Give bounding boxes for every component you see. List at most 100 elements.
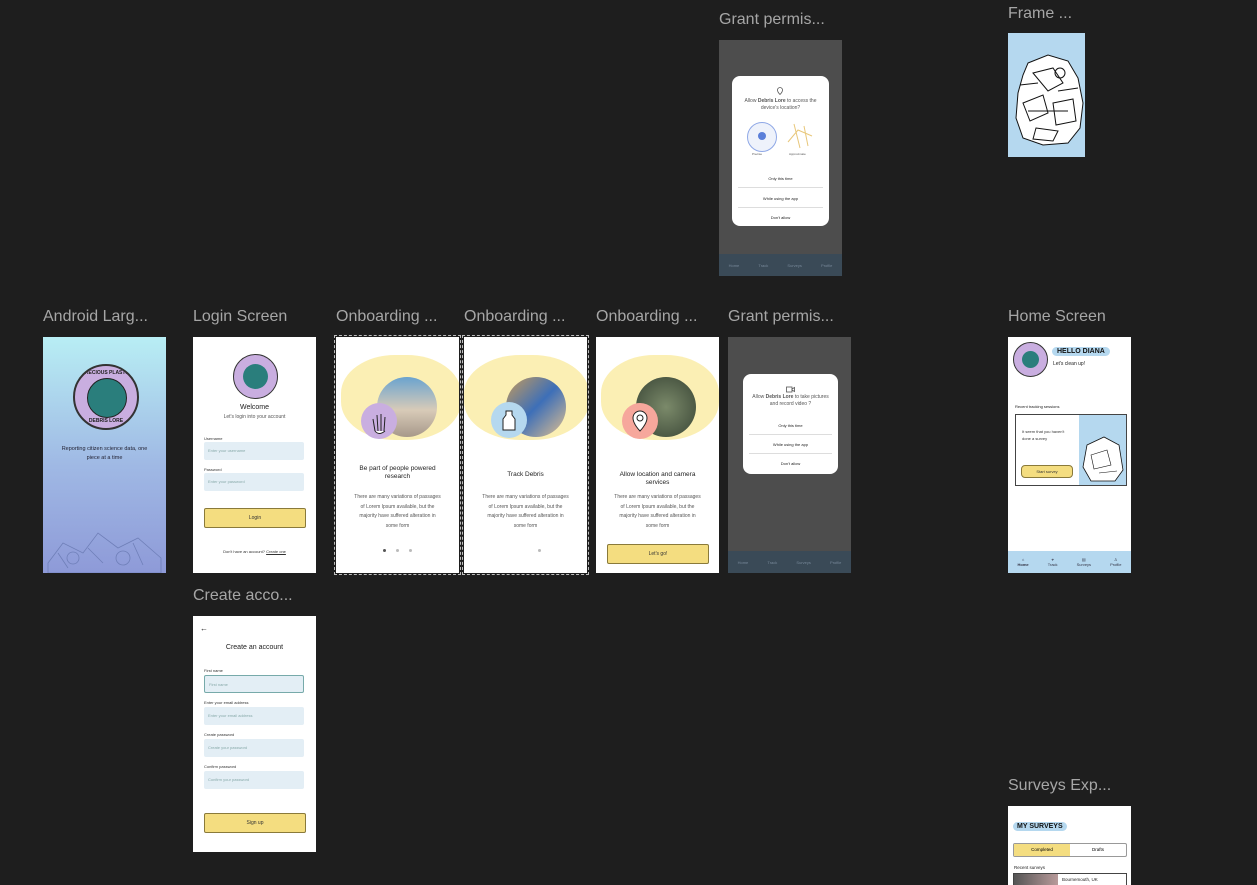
frame-label-android-large[interactable]: Android Larg... xyxy=(43,308,148,326)
create-password-label: Create password xyxy=(204,732,235,737)
debris-pile-illustration xyxy=(1015,54,1084,146)
nav-home[interactable]: ⌂ Home xyxy=(1018,557,1029,567)
survey-thumbnail xyxy=(1014,874,1058,885)
login-subtitle: Let's login into your account xyxy=(223,414,286,420)
divider xyxy=(738,187,823,188)
hello-title: HELLO DIANA xyxy=(1052,347,1110,356)
onboarding-3-body: There are many variations of passages of… xyxy=(614,494,701,529)
onboarding-1-frame[interactable]: Be part of people powered research There… xyxy=(334,335,461,575)
confirm-password-input[interactable]: Confirm your password xyxy=(204,771,304,789)
onboarding-3-frame[interactable]: Allow location and camera services There… xyxy=(596,337,719,573)
divider xyxy=(738,207,823,208)
onboarding-2-body: There are many variations of passages of… xyxy=(482,494,569,529)
create-account-frame[interactable]: ← Create an account First name First nam… xyxy=(193,616,316,852)
frame-label-onboarding-2[interactable]: Onboarding ... xyxy=(464,308,565,326)
lets-go-button[interactable]: Let's go! xyxy=(607,544,709,564)
survey-tabs: Completed Drafts xyxy=(1013,843,1127,857)
dialog-text-allow: Allow xyxy=(744,98,757,104)
onboarding-1-body: There are many variations of passages of… xyxy=(354,494,441,529)
nav-home[interactable]: Home xyxy=(729,263,740,268)
frame-label-surveys-expanded[interactable]: Surveys Exp... xyxy=(1008,777,1111,795)
nav-track[interactable]: Track xyxy=(767,560,777,565)
frame-label-login-screen[interactable]: Login Screen xyxy=(193,308,287,326)
raised-hand-icon xyxy=(372,414,386,434)
onboarding-2-frame[interactable]: Track Debris There are many variations o… xyxy=(462,335,589,575)
precise-label: Precise xyxy=(752,152,763,156)
sign-up-button[interactable]: Sign up xyxy=(204,813,306,833)
frame-label-create-account[interactable]: Create acco... xyxy=(193,587,293,605)
frame-label-grant-permission-mid[interactable]: Grant permis... xyxy=(728,308,834,326)
frame-label-home-screen[interactable]: Home Screen xyxy=(1008,308,1106,326)
dialog-text-allow: Allow xyxy=(752,394,765,400)
nav-surveys[interactable]: Surveys xyxy=(796,560,810,565)
tab-drafts[interactable]: Drafts xyxy=(1070,844,1126,856)
location-permission-dialog: Allow Debris Lore to access the device's… xyxy=(732,76,829,226)
badge-inner-circle xyxy=(87,378,127,418)
first-name-input[interactable]: First name xyxy=(204,675,304,693)
page-dot[interactable] xyxy=(396,549,399,552)
approximate-map-icon[interactable] xyxy=(786,122,814,150)
debris-pattern-illustration xyxy=(47,532,162,573)
frame-label-onboarding-1[interactable]: Onboarding ... xyxy=(336,308,437,326)
nav-track[interactable]: Track xyxy=(758,263,768,268)
password-input[interactable]: Enter your password xyxy=(204,473,304,491)
video-camera-icon xyxy=(786,380,795,393)
divider xyxy=(749,434,832,435)
debris-lore-badge: PRECIOUS PLASTIC DEBRIS LORE xyxy=(73,364,139,430)
location-pin-icon xyxy=(632,410,648,432)
survey-list-item[interactable]: Bournemouth, UK xyxy=(1013,873,1127,885)
email-input[interactable]: Enter your email address xyxy=(204,707,304,725)
bottom-nav-dimmed: Home Track Surveys Profile xyxy=(728,551,851,573)
login-logo-badge xyxy=(233,354,278,399)
page-dot[interactable] xyxy=(538,549,541,552)
start-survey-button[interactable]: Start survey xyxy=(1021,465,1073,478)
grant-camera-frame[interactable]: Allow Debris Lore to take pictures and r… xyxy=(728,337,851,573)
empty-sessions-card: It seem that you haven't done a survey S… xyxy=(1015,414,1127,486)
while-using-app-option[interactable]: While using the app xyxy=(743,442,838,447)
frame-label-onboarding-3[interactable]: Onboarding ... xyxy=(596,308,697,326)
create-account-title: Create an account xyxy=(225,644,284,651)
badge-bottom-text: DEBRIS LORE xyxy=(88,418,124,424)
home-screen-frame[interactable]: HELLO DIANA Let's clean up! Recent track… xyxy=(1008,337,1131,573)
onboarding-1-title: Be part of people powered research xyxy=(359,465,436,480)
while-using-app-option[interactable]: While using the app xyxy=(732,196,829,201)
nav-profile[interactable]: Profile xyxy=(821,263,832,268)
frame-label-grant-permission-top[interactable]: Grant permis... xyxy=(719,11,825,29)
badge-inner-circle xyxy=(243,364,268,389)
bottom-nav-dimmed: Home Track Surveys Profile xyxy=(719,254,842,276)
login-screen-frame[interactable]: Welcome Let's login into your account Us… xyxy=(193,337,316,573)
only-this-time-option[interactable]: Only this time xyxy=(732,176,829,181)
dont-allow-option[interactable]: Don't allow xyxy=(732,215,829,220)
username-input[interactable]: Enter your username xyxy=(204,442,304,460)
android-splash-frame[interactable]: PRECIOUS PLASTIC DEBRIS LORE Reporting c… xyxy=(43,337,166,573)
nav-profile[interactable]: Profile xyxy=(830,560,841,565)
page-dot-active[interactable] xyxy=(383,549,386,552)
grant-location-frame[interactable]: Allow Debris Lore to access the device's… xyxy=(719,40,842,276)
splash-tagline: Reporting citizen science data, one piec… xyxy=(61,446,148,461)
precise-pin-icon xyxy=(758,132,766,140)
create-password-input[interactable]: Create your password xyxy=(204,739,304,757)
dialog-app-name: Debris Lore xyxy=(757,98,786,104)
only-this-time-option[interactable]: Only this time xyxy=(743,423,838,428)
dialog-app-name: Debris Lore xyxy=(765,394,794,400)
camera-permission-dialog: Allow Debris Lore to take pictures and r… xyxy=(743,374,838,474)
nav-profile[interactable]: ♙ Profile xyxy=(1110,557,1121,567)
precise-option[interactable] xyxy=(747,122,777,152)
first-name-label: First name xyxy=(204,668,223,673)
nav-home[interactable]: Home xyxy=(738,560,749,565)
nav-track[interactable]: ⌖ Track xyxy=(1048,557,1058,567)
frame-debris-illustration[interactable] xyxy=(1008,33,1085,157)
surveys-expanded-frame[interactable]: MY SURVEYS Completed Drafts Recent surve… xyxy=(1008,806,1131,885)
dont-allow-option[interactable]: Don't allow xyxy=(743,461,838,466)
frame-label-frame[interactable]: Frame ... xyxy=(1008,5,1072,23)
hand-icon-circle xyxy=(361,403,397,439)
empty-sessions-text: It seem that you haven't done a survey xyxy=(1022,429,1065,441)
tab-completed[interactable]: Completed xyxy=(1014,844,1070,856)
create-one-link[interactable]: Create one xyxy=(266,549,286,554)
nav-surveys[interactable]: Surveys xyxy=(787,263,801,268)
login-button[interactable]: Login xyxy=(204,508,306,528)
nav-surveys[interactable]: ▤ Surveys xyxy=(1077,557,1091,567)
page-dot[interactable] xyxy=(409,549,412,552)
back-arrow-icon[interactable]: ← xyxy=(200,624,208,633)
bottom-navigation: ⌂ Home ⌖ Track ▤ Surveys ♙ Profile xyxy=(1008,551,1131,573)
